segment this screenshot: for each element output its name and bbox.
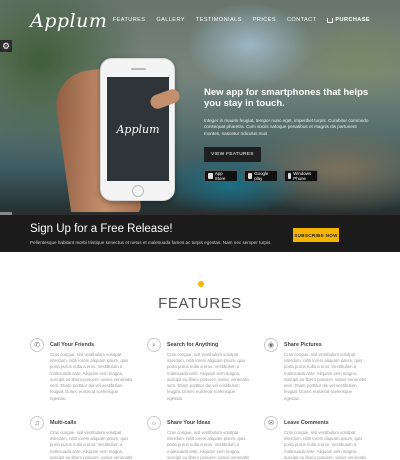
hero-section: Applum FEATURES GALLERY TESTIMONIALS PRI… xyxy=(0,0,400,212)
store-badges: App Store Google play Windows Phone xyxy=(204,169,374,182)
phone-mockup: Applum xyxy=(100,58,175,201)
feature-title: Share Your Ideas xyxy=(167,420,211,426)
app-store-badge[interactable]: App Store xyxy=(204,169,238,182)
view-features-button[interactable]: VIEW FEATURES xyxy=(204,146,261,162)
feature-text: Cras congue, nisl vestibulum volutpat in… xyxy=(50,352,133,401)
google-play-badge[interactable]: Google play xyxy=(244,169,278,182)
gear-icon: ⚙ xyxy=(1,40,11,51)
nav-item-testimonials[interactable]: TESTIMONIALS xyxy=(196,17,242,23)
phone-icon: ✆ xyxy=(30,338,44,352)
feature-text: Cras congue, nisl vestibulum volutpat in… xyxy=(284,352,367,401)
signup-title: Sign Up for a Free Release! xyxy=(30,223,173,235)
nav-item-gallery[interactable]: GALLERY xyxy=(156,17,185,23)
cart-icon xyxy=(327,17,334,23)
signup-banner: Sign Up for a Free Release! Pellentesque… xyxy=(0,212,400,252)
nav-item-contact[interactable]: CONTACT xyxy=(287,17,316,23)
google-play-label: Google play xyxy=(254,170,269,181)
lightbulb-icon: ☼ xyxy=(147,416,161,430)
main-nav: FEATURES GALLERY TESTIMONIALS PRICES CON… xyxy=(113,17,370,23)
windows-phone-label: Windows Phone xyxy=(293,170,312,181)
windows-icon xyxy=(288,172,292,179)
feature-title: Call Your Friends xyxy=(50,342,95,348)
signup-subtitle: Pellentesque habitant morbi tristique se… xyxy=(30,240,272,245)
feature-text: Cras congue, nisl vestibulum volutpat in… xyxy=(50,430,133,460)
features-title: FEATURES xyxy=(158,295,242,312)
phone-speaker xyxy=(131,68,146,70)
camera-icon: ◉ xyxy=(264,338,278,352)
comment-icon: ✉ xyxy=(264,416,278,430)
feature-text: Cras congue, nisl vestibulum volutpat in… xyxy=(167,430,250,460)
hero-copy: New app for smartphones that helps you s… xyxy=(204,87,374,182)
apple-icon xyxy=(208,172,213,179)
feature-text: Cras congue, nisl vestibulum volutpat in… xyxy=(284,430,367,460)
feature-title: Leave Comments xyxy=(284,420,329,426)
features-underline xyxy=(178,319,222,320)
nav-purchase-label: PURCHASE xyxy=(335,17,370,23)
nav-item-prices[interactable]: PRICES xyxy=(253,17,276,23)
hero-title: New app for smartphones that helps you s… xyxy=(204,87,369,110)
phone-logo: Applum xyxy=(116,122,160,136)
search-icon: ⌕ xyxy=(147,338,161,352)
play-icon xyxy=(248,172,253,179)
settings-tab[interactable]: ⚙ xyxy=(0,40,12,52)
windows-phone-badge[interactable]: Windows Phone xyxy=(284,169,318,182)
hero-text: Integer in mauris feugiat, tempor nunc e… xyxy=(204,117,369,137)
app-store-label: App Store xyxy=(214,170,226,181)
feature-title: Multi-calls xyxy=(50,420,77,426)
feature-title: Share Pictures xyxy=(284,342,322,348)
site-logo[interactable]: Applum xyxy=(30,10,107,32)
feature-title: Search for Anything xyxy=(167,342,219,348)
phone-home-button xyxy=(132,185,144,197)
nav-item-purchase[interactable]: PURCHASE xyxy=(327,17,370,23)
subscribe-button[interactable]: SUBSCRIBE NOW xyxy=(293,228,339,242)
microphone-icon: ♫ xyxy=(30,416,44,430)
features-dot xyxy=(198,281,204,287)
nav-item-features[interactable]: FEATURES xyxy=(113,17,146,23)
feature-text: Cras congue, nisl vestibulum volutpat in… xyxy=(167,352,250,401)
